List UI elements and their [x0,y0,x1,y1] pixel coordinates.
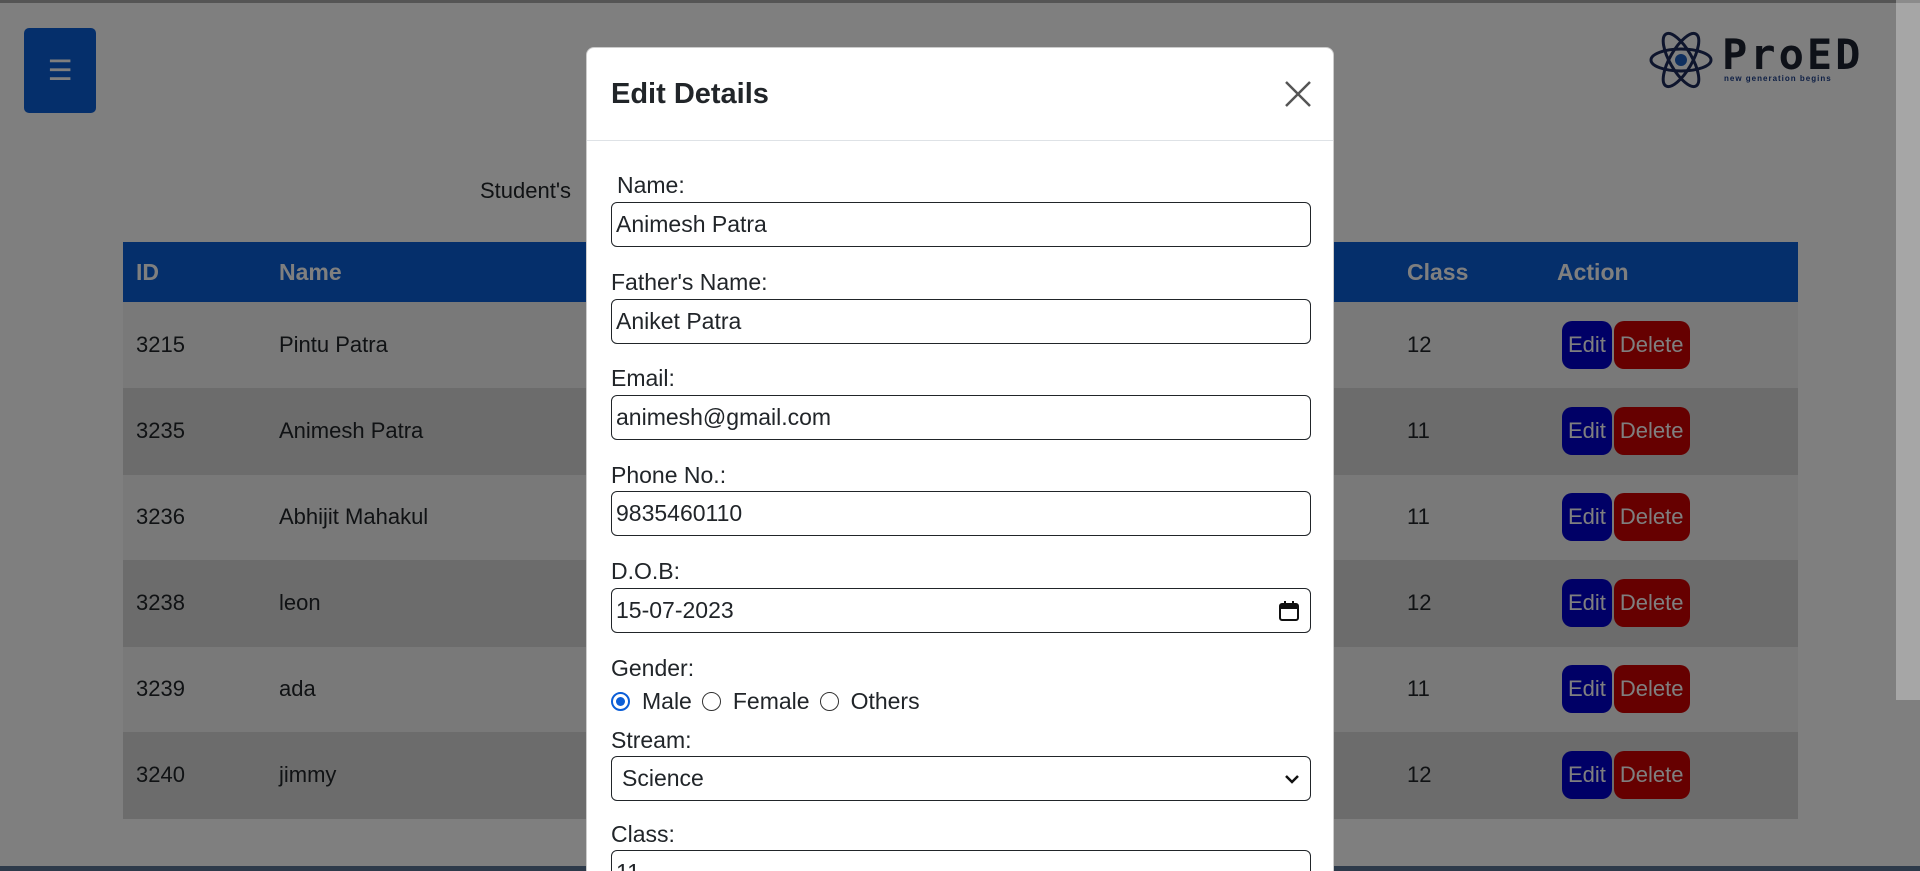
gender-male-label: Male [642,688,692,714]
gender-label: Gender: [611,655,695,681]
close-button[interactable] [1282,78,1314,110]
father-name-field[interactable]: Aniket Patra [611,299,1311,344]
close-icon [1285,81,1311,107]
modal-header: Edit Details [587,48,1333,141]
father-name-label: Father's Name: [611,269,768,295]
name-label: Name: [617,172,685,198]
gender-radio-group: Male Female Others [611,688,930,715]
gender-female-radio[interactable] [701,692,721,711]
calendar-icon[interactable] [1278,600,1300,622]
phone-label: Phone No.: [611,462,727,488]
class-label: Class: [611,821,675,847]
gender-others-label: Others [850,688,920,714]
stream-select[interactable]: Science [611,756,1311,801]
stream-label: Stream: [611,727,692,753]
edit-details-modal: Edit Details Name: Animesh Patra Father'… [586,47,1334,871]
class-field[interactable]: 11 [611,850,1311,871]
email-label: Email: [611,365,675,391]
phone-field[interactable]: 9835460110 [611,491,1311,536]
dob-field[interactable]: 15-07-2023 [611,588,1311,633]
stream-value: Science [622,765,704,791]
dob-value: 15-07-2023 [616,597,734,623]
chevron-down-icon [1285,774,1299,784]
name-field[interactable]: Animesh Patra [611,202,1311,247]
window-top-border [0,0,1920,3]
dob-label: D.O.B: [611,558,681,584]
modal-title: Edit Details [611,78,769,110]
email-field[interactable]: animesh@gmail.com [611,395,1311,440]
page-scrollbar[interactable] [1896,0,1920,700]
gender-female-label: Female [732,688,810,714]
gender-others-radio[interactable] [819,692,839,711]
gender-male-radio[interactable] [611,692,630,711]
